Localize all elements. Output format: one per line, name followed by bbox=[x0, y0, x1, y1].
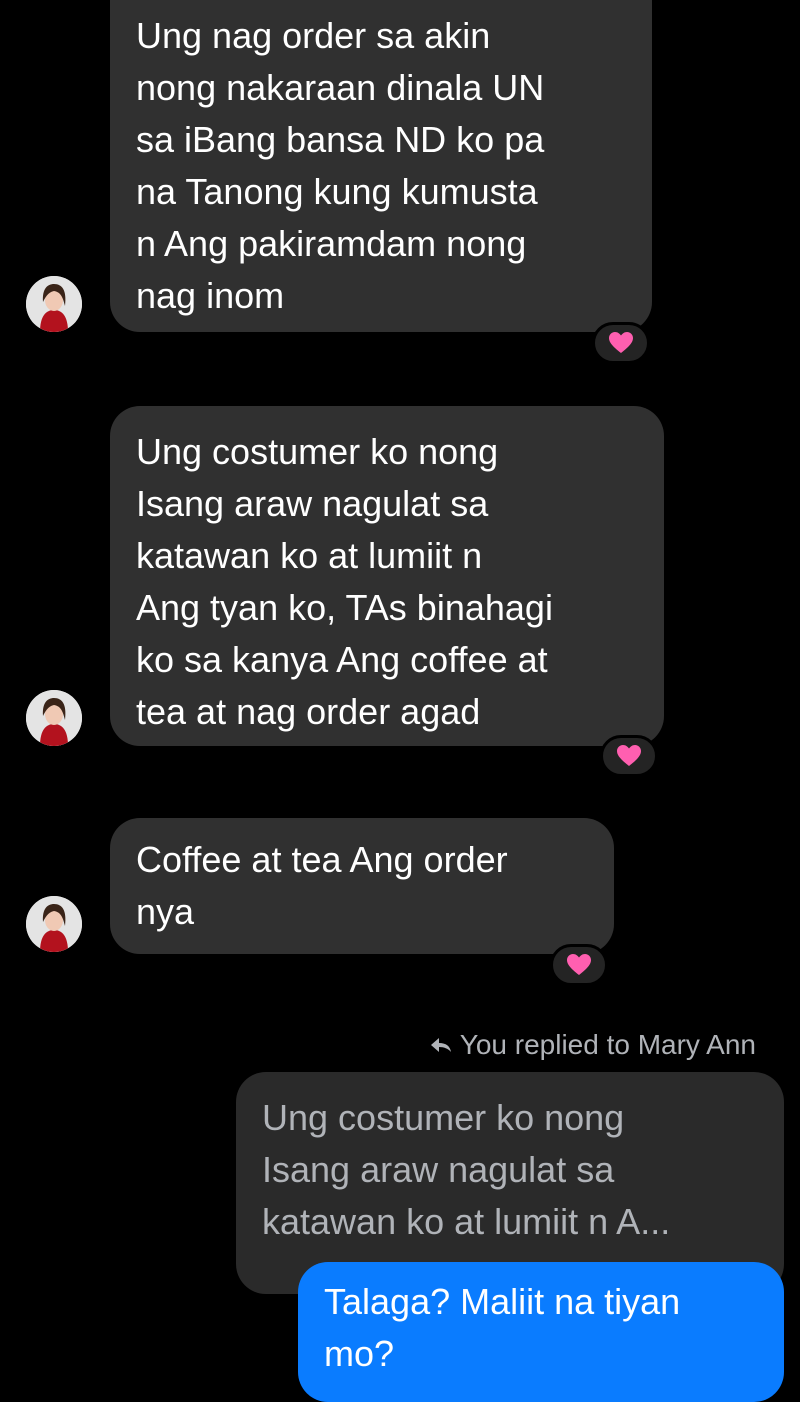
message-bubble-outgoing[interactable]: Talaga? Maliit na tiyan mo? bbox=[298, 1262, 784, 1402]
heart-icon bbox=[617, 745, 641, 766]
message-bubble-incoming[interactable]: Ung nag order sa akin nong nakaraan dina… bbox=[110, 0, 652, 332]
avatar-photo-icon bbox=[26, 896, 82, 952]
reaction-badge[interactable] bbox=[550, 944, 608, 986]
reaction-badge[interactable] bbox=[592, 322, 650, 364]
avatar-photo-icon bbox=[26, 690, 82, 746]
contact-avatar[interactable] bbox=[26, 276, 82, 332]
contact-avatar[interactable] bbox=[26, 896, 82, 952]
avatar-photo-icon bbox=[26, 276, 82, 332]
message-bubble-incoming[interactable]: Ung costumer ko nong Isang araw nagulat … bbox=[110, 406, 664, 746]
reply-arrow-icon bbox=[430, 1038, 451, 1052]
contact-avatar[interactable] bbox=[26, 690, 82, 746]
reply-indicator: You replied to Mary Ann bbox=[430, 1027, 756, 1063]
reaction-badge[interactable] bbox=[600, 735, 658, 777]
heart-icon bbox=[609, 332, 633, 353]
quoted-message[interactable]: Ung costumer ko nong Isang araw nagulat … bbox=[236, 1072, 784, 1294]
heart-icon bbox=[567, 954, 591, 975]
reply-label: You replied to Mary Ann bbox=[459, 1029, 756, 1060]
message-bubble-incoming[interactable]: Coffee at tea Ang order nya bbox=[110, 818, 614, 954]
